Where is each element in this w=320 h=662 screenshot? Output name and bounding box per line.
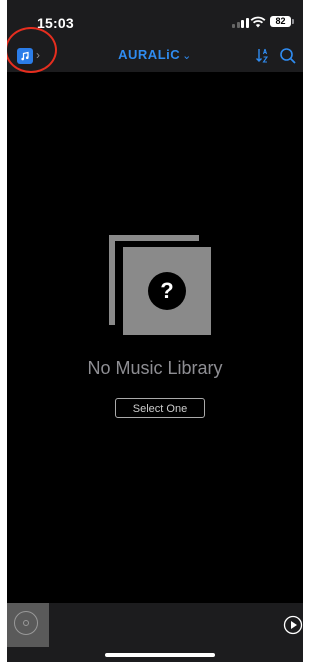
phone-screen: 15:03 82 › AURALiC ⌄ ? No Music Library …: [7, 0, 303, 662]
nav-bar: › AURALiC ⌄: [7, 27, 303, 73]
mini-player[interactable]: [7, 603, 303, 662]
wifi-icon: [250, 16, 266, 28]
question-mark-icon: ?: [148, 272, 186, 310]
empty-state-title: No Music Library: [87, 358, 223, 378]
empty-library-artwork: ?: [109, 235, 213, 337]
album-art-placeholder-icon: [14, 611, 38, 635]
play-icon[interactable]: [283, 615, 303, 635]
search-icon[interactable]: [279, 47, 297, 65]
zone-title: AURALiC: [118, 47, 181, 62]
battery-indicator: 82: [270, 16, 294, 27]
home-indicator: [105, 653, 215, 657]
artwork-front-tile: ?: [123, 247, 211, 335]
status-bar: 15:03 82: [7, 0, 303, 40]
chevron-down-icon: ⌄: [182, 50, 192, 62]
select-library-button[interactable]: Select One: [115, 398, 205, 418]
sort-icon[interactable]: [255, 47, 271, 65]
cellular-signal-icon: [232, 18, 249, 28]
mini-player-artwork[interactable]: [7, 603, 49, 647]
